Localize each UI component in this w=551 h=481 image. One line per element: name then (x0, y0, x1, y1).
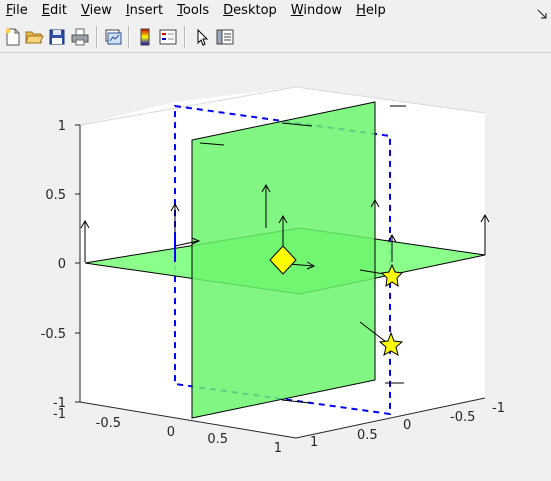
link-plot-icon (105, 29, 122, 45)
x-tick-label: 1 (274, 441, 282, 456)
toolbar-separator (184, 26, 186, 48)
y-tick-label: -1 (492, 401, 505, 416)
menu-bar: File Edit View Insert Tools Desktop Wind… (0, 0, 551, 22)
legend-icon (159, 29, 177, 45)
x-tick-label: 0.5 (207, 432, 228, 447)
colorbar-icon (140, 28, 150, 46)
show-plot-tools-button[interactable] (215, 27, 235, 47)
toolbar-separator (96, 26, 98, 48)
insert-colorbar-button[interactable] (135, 27, 155, 47)
menu-help[interactable]: Help (350, 0, 386, 22)
save-button[interactable] (47, 27, 67, 47)
y-tick-label: 0 (403, 418, 411, 433)
new-figure-button[interactable] (3, 27, 23, 47)
menu-window[interactable]: Window (285, 0, 342, 22)
menu-file[interactable]: File (0, 0, 28, 22)
z-tick-label: -0.5 (41, 327, 66, 342)
new-file-icon (5, 28, 20, 46)
y-tick-label: -0.5 (450, 410, 475, 425)
menu-desktop[interactable]: Desktop (217, 0, 277, 22)
x-tick-label: -0.5 (96, 416, 121, 431)
insert-legend-button[interactable] (158, 27, 178, 47)
z-tick-label: 1 (58, 119, 66, 134)
print-button[interactable] (70, 27, 90, 47)
arrow-cursor-icon (197, 28, 209, 46)
menu-insert[interactable]: Insert (120, 0, 163, 22)
floppy-disk-icon (49, 29, 65, 45)
printer-icon (71, 28, 89, 46)
menu-tools[interactable]: Tools (171, 0, 209, 22)
z-tick-label: 0.5 (45, 188, 66, 203)
edit-plot-button[interactable] (192, 27, 212, 47)
x-tick-label: -1 (53, 407, 66, 422)
x-tick-label: 0 (167, 425, 175, 440)
link-plot-button[interactable] (103, 27, 123, 47)
open-file-button[interactable] (24, 27, 44, 47)
z-tick-label: 0 (58, 257, 66, 272)
menu-view[interactable]: View (75, 0, 112, 22)
y-tick-label: 1 (310, 435, 318, 450)
plot-tools-icon (216, 29, 234, 45)
dock-figure-icon[interactable] (537, 4, 547, 19)
figure-toolbar (0, 22, 551, 53)
y-tick-label: 0.5 (357, 428, 378, 443)
folder-open-icon (25, 31, 44, 44)
toolbar-separator (128, 26, 130, 48)
menu-edit[interactable]: Edit (36, 0, 67, 22)
figure-canvas[interactable]: 1 0.5 0 -0.5 -1 -1 -0.5 0 0.5 1 -1 -0.5 … (0, 53, 551, 481)
axes-3d[interactable]: 1 0.5 0 -0.5 -1 -1 -0.5 0 0.5 1 -1 -0.5 … (0, 53, 551, 481)
